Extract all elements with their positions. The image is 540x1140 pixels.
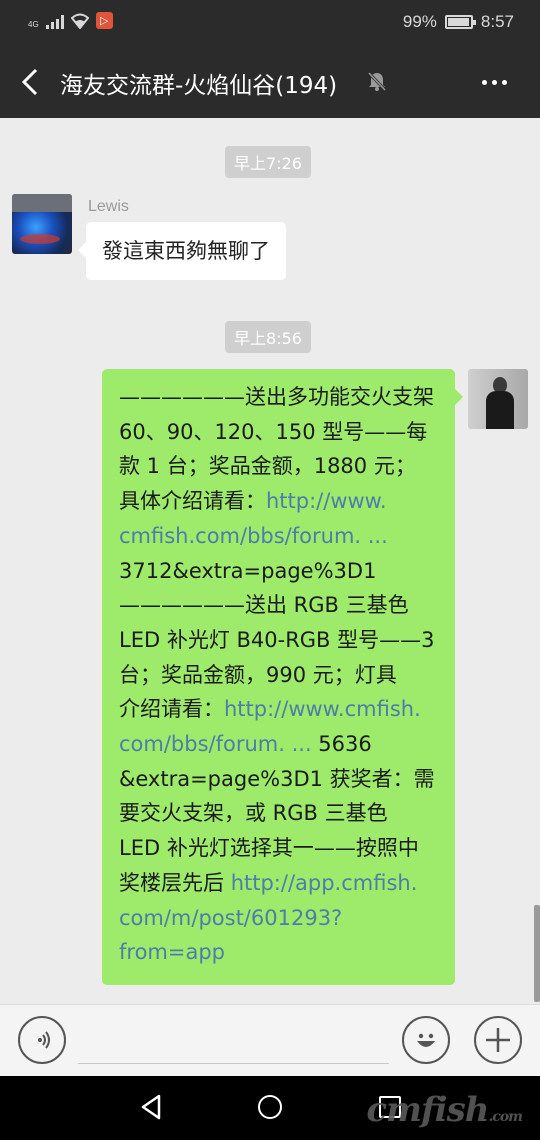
mute-bell-icon: [367, 71, 387, 92]
message-text: 60、90、120、150 型号——每: [119, 419, 428, 444]
battery-icon: [444, 15, 476, 29]
network-type: 4G: [28, 20, 39, 29]
message-link[interactable]: com/bbs/forum. ...: [119, 732, 312, 756]
message-text: 要交火支架，或 RGB 三基色: [119, 801, 388, 826]
outgoing-message[interactable]: ——————送出多功能交火支架 60、90、120、150 型号——每款 1 台；…: [102, 369, 463, 985]
message-line: com/bbs/forum. ... 5636: [119, 727, 441, 762]
nav-back-icon[interactable]: [140, 1094, 162, 1120]
chat-title: 海友交流群-火焰仙谷(194): [60, 73, 338, 99]
signal-icon: [45, 15, 64, 29]
message-text: 5636: [311, 732, 372, 757]
nav-bar: cmfish.com: [0, 1076, 540, 1140]
message-text: LED 补光灯 B40-RGB 型号——3: [119, 627, 435, 652]
message-text: 介绍请看：: [119, 697, 224, 722]
message-text: &extra=page%3D1 获奖者：需: [119, 766, 435, 791]
status-right: 99% 8:57: [403, 12, 514, 32]
message-text: ——————送出 RGB 三基色: [119, 593, 409, 618]
message-line: 介绍请看：http://www.cmfish.: [119, 692, 441, 727]
message-line: 奖楼层先后 http://app.cmfish.: [119, 866, 441, 901]
voice-icon: [38, 1031, 50, 1049]
emoji-button[interactable]: [402, 1016, 450, 1064]
nav-home-icon[interactable]: [258, 1095, 282, 1119]
message-line: 3712&extra=page%3D1: [119, 554, 441, 589]
back-arrow-icon[interactable]: [16, 64, 46, 100]
message-line: ——————送出 RGB 三基色: [119, 588, 441, 623]
emoji-icon: [417, 1033, 435, 1047]
message-line: 要交火支架，或 RGB 三基色: [119, 796, 441, 831]
more-dots-icon[interactable]: [482, 72, 512, 92]
message-line: com/m/post/601293?: [119, 901, 441, 936]
app-notification-icon: ▷: [95, 12, 113, 29]
message-text: 台；奖品金额，990 元；灯具: [119, 662, 397, 687]
message-link[interactable]: cmfish.com/bbs/forum. ...: [119, 524, 388, 548]
wifi-icon: [70, 13, 90, 29]
message-line: 60、90、120、150 型号——每: [119, 415, 441, 450]
chat-area[interactable]: 早上7:26 Lewis 發這東西夠無聊了 早上8:56 ——————送出多功能…: [0, 118, 540, 1004]
message-link[interactable]: http://app.cmfish.: [231, 871, 418, 895]
message-input[interactable]: [78, 1063, 389, 1064]
message-link[interactable]: from=app: [119, 940, 225, 964]
sender-name: Lewis: [88, 198, 129, 215]
timestamp: 早上7:26: [225, 146, 311, 178]
message-link[interactable]: http://www.cmfish.: [224, 697, 421, 721]
input-bar: [0, 1004, 540, 1076]
message-line: ——————送出多功能交火支架: [119, 380, 441, 415]
message-line: cmfish.com/bbs/forum. ...: [119, 519, 441, 554]
message-text: ——————送出多功能交火支架: [119, 385, 434, 409]
message-link[interactable]: com/m/post/601293?: [119, 906, 342, 930]
message-text: 具体介绍请看：: [119, 489, 266, 514]
scrollbar[interactable]: [534, 905, 540, 1002]
battery-percent: 99%: [402, 12, 437, 31]
status-bar: 4G ▷ 99% 8:57: [0, 0, 540, 46]
timestamp: 早上8:56: [225, 321, 311, 353]
clock: 8:57: [480, 12, 514, 31]
message-line: LED 补光灯 B40-RGB 型号——3: [119, 623, 441, 658]
avatar[interactable]: [468, 369, 528, 429]
message-text: 款 1 台；奖品金额，1880 元；: [119, 454, 416, 479]
message-line: 款 1 台；奖品金额，1880 元；: [119, 449, 441, 484]
message-link[interactable]: http://www.: [266, 489, 387, 513]
status-left: 4G ▷: [28, 12, 113, 29]
voice-button[interactable]: [18, 1016, 66, 1064]
message-text: 奖楼层先后: [119, 870, 231, 895]
message-line: 具体介绍请看：http://www.: [119, 484, 441, 519]
avatar[interactable]: [12, 194, 72, 254]
incoming-message[interactable]: 發這東西夠無聊了: [78, 222, 286, 280]
watermark-logo: cmfish.com: [366, 1090, 523, 1130]
message-text: 3712&extra=page%3D1: [119, 558, 377, 583]
message-line: LED 补光灯选择其一——按照中: [119, 831, 441, 866]
message-line: 台；奖品金额，990 元；灯具: [119, 658, 441, 693]
plus-button[interactable]: [474, 1016, 522, 1064]
message-text: LED 补光灯选择其一——按照中: [119, 836, 419, 861]
message-line: &extra=page%3D1 获奖者：需: [119, 762, 441, 797]
message-line: from=app: [119, 935, 441, 970]
chat-header: 海友交流群-火焰仙谷(194): [0, 46, 540, 118]
plus-icon: [486, 1028, 510, 1052]
